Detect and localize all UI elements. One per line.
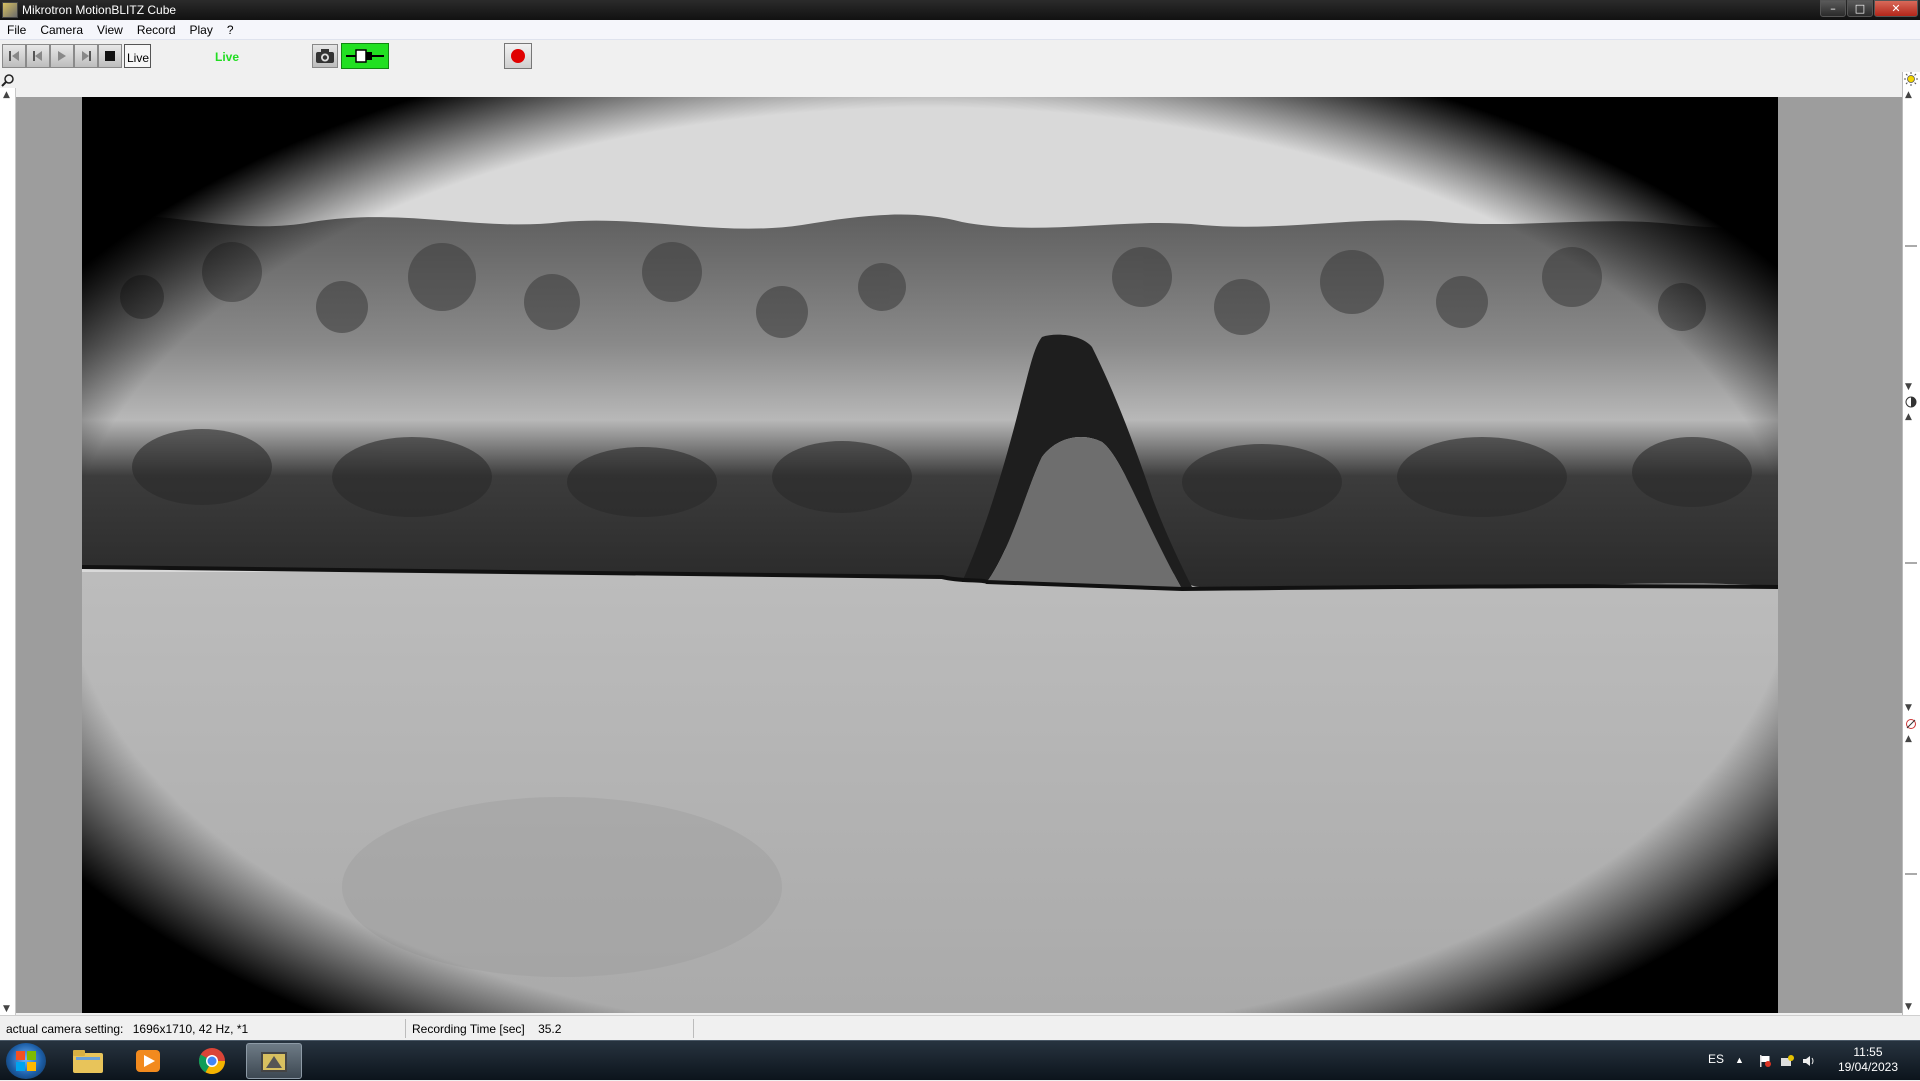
play-icon [58,51,66,61]
skip-start-icon [9,51,19,61]
toolbar: Live Live [0,40,1920,72]
media-player-button[interactable] [120,1043,176,1079]
step-forward-button[interactable] [74,44,98,68]
menu-help[interactable]: ? [220,23,241,37]
action-center-flag-icon[interactable] [1758,1054,1772,1068]
scroll-up-icon[interactable]: ▲ [3,90,10,100]
menu-record[interactable]: Record [130,23,183,37]
brightness-slider-thumb[interactable] [1905,245,1917,247]
taskbar: ES ▲ 11:55 19/04/2023 [0,1040,1920,1080]
menu-bar: File Camera View Record Play ? [0,20,1920,40]
step-back-icon [33,51,42,61]
status-bar: actual camera setting: 1696x1710, 42 Hz,… [0,1015,1920,1040]
live-status: Live [215,50,240,64]
brightness-up-icon[interactable]: ▲ [1905,90,1912,100]
menu-file[interactable]: File [0,23,33,37]
clock-date: 19/04/2023 [1837,1060,1898,1074]
clock[interactable]: 11:55 19/04/2023 [1838,1045,1898,1075]
contrast-slider-thumb[interactable] [1905,562,1917,564]
camera-setting-value: 1696x1710, 42 Hz, *1 [132,1022,249,1036]
gamma-up-icon[interactable]: ▲ [1905,734,1912,744]
connect-camera-button[interactable] [341,43,389,69]
stop-button[interactable] [98,44,122,68]
volume-icon[interactable] [1802,1054,1816,1068]
language-indicator[interactable]: ES [1708,1052,1724,1066]
window-controls: – □ ✕ [1819,0,1918,18]
contrast-down-icon[interactable]: ▼ [1905,703,1912,713]
contrast-up-icon[interactable]: ▲ [1905,412,1912,422]
title-bar: Mikrotron MotionBLITZ Cube – □ ✕ [0,0,1920,20]
contrast-icon[interactable] [1905,396,1917,408]
gamma-slider-thumb[interactable] [1905,873,1917,875]
recording-time-value: 35.2 [538,1022,562,1036]
left-vertical-scrollbar[interactable]: ▲ ▼ [0,88,16,1016]
connection-icon [346,49,384,63]
camera-frame [82,97,1778,1013]
recording-time-label: Recording Time [sec] [412,1022,525,1036]
close-button[interactable]: ✕ [1874,0,1918,17]
gamma-icon[interactable] [1905,718,1917,730]
record-icon [511,49,525,63]
motionblitz-taskbar-button[interactable] [246,1043,302,1079]
stop-icon [105,51,115,61]
file-explorer-button[interactable] [60,1043,116,1079]
windows-logo-icon [16,1051,36,1071]
recording-time-cell: Recording Time [sec] 35.2 [406,1019,694,1038]
gamma-down-icon[interactable]: ▼ [1905,1002,1912,1012]
camera-setting-cell: actual camera setting: 1696x1710, 42 Hz,… [0,1019,406,1038]
start-button[interactable] [6,1043,46,1079]
record-button[interactable] [504,43,532,69]
window-title: Mikrotron MotionBLITZ Cube [22,3,177,17]
minimize-button[interactable]: – [1820,0,1846,17]
motionblitz-icon [261,1052,287,1072]
app-icon [2,2,18,18]
chrome-button[interactable] [184,1043,240,1079]
file-explorer-icon [73,1050,103,1073]
show-hidden-icons-icon[interactable]: ▲ [1735,1055,1749,1069]
step-back-button[interactable] [26,44,50,68]
snapshot-button[interactable] [312,44,338,68]
brightness-down-icon[interactable]: ▼ [1905,382,1912,392]
skip-start-button[interactable] [2,44,26,68]
app-window: Mikrotron MotionBLITZ Cube – □ ✕ File Ca… [0,0,1920,1040]
microscope-image [82,97,1778,1013]
camera-icon [316,49,334,63]
menu-camera[interactable]: Camera [33,23,90,37]
status-empty-cell [694,1019,1920,1038]
step-forward-icon [82,51,91,61]
network-icon[interactable] [1780,1054,1794,1068]
chrome-icon [198,1048,226,1075]
brightness-icon[interactable] [1904,72,1918,86]
clock-time: 11:55 [1853,1045,1883,1059]
maximize-button[interactable]: □ [1847,0,1873,17]
live-button[interactable]: Live [124,44,151,68]
play-button[interactable] [50,44,74,68]
menu-play[interactable]: Play [183,23,220,37]
menu-view[interactable]: View [90,23,130,37]
zoom-icon[interactable] [1,73,15,87]
media-player-icon [136,1050,160,1072]
scroll-down-icon[interactable]: ▼ [3,1004,10,1014]
camera-setting-label: actual camera setting: [6,1022,124,1036]
